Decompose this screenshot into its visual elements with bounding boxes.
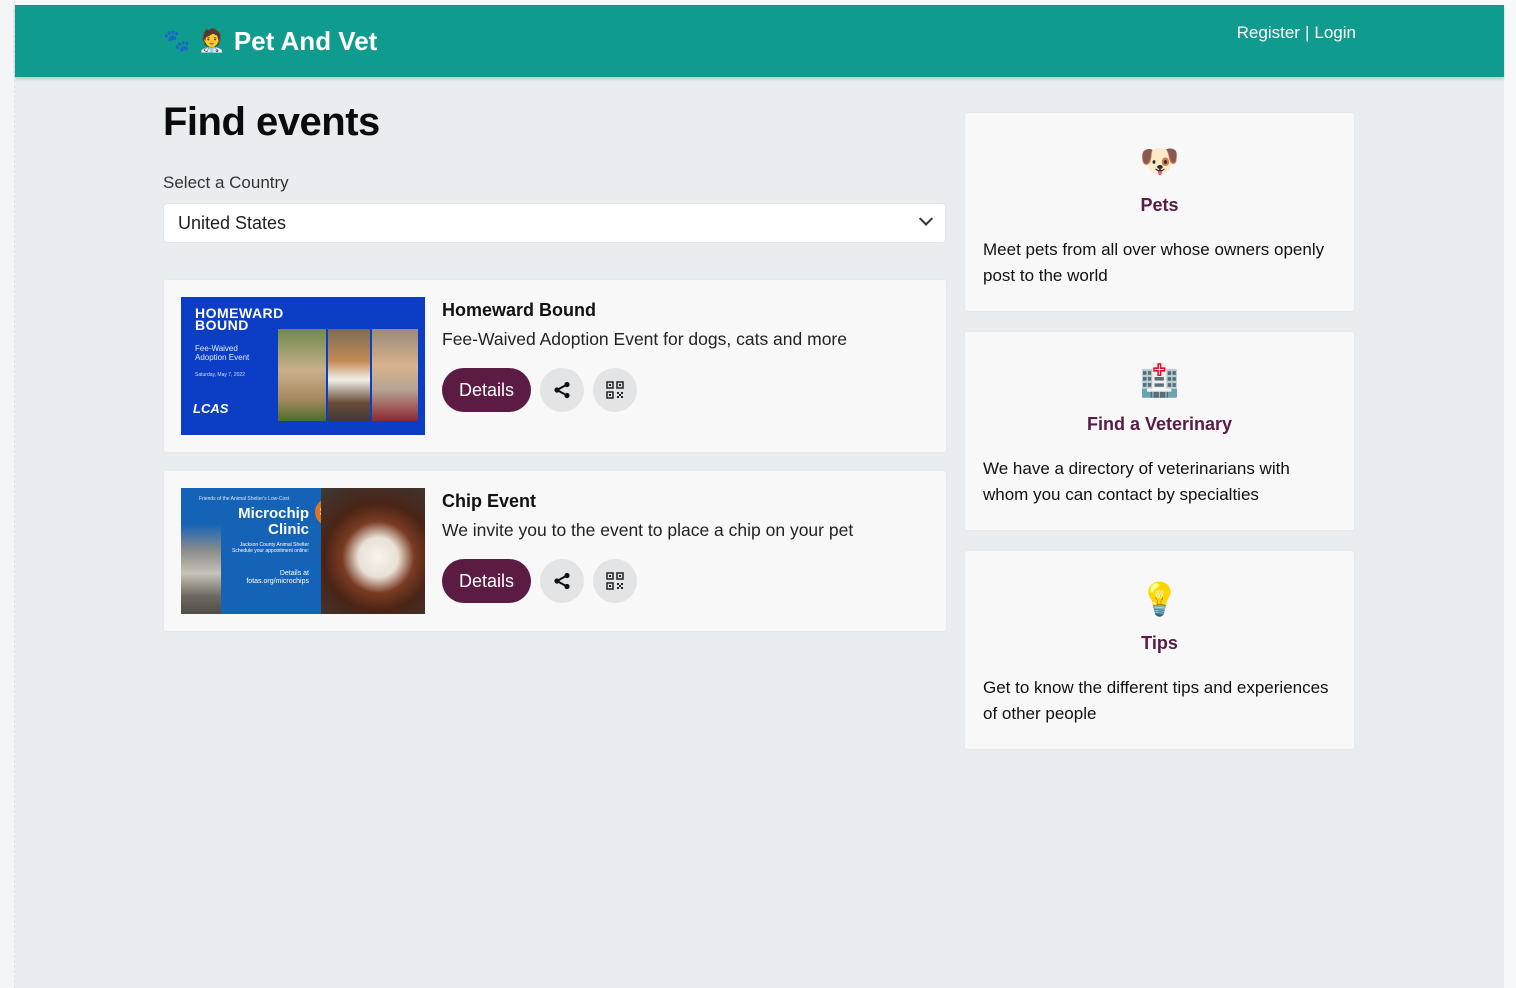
paw-icon: 🐾 [163, 28, 191, 53]
sidebar-card-title[interactable]: Pets [983, 195, 1336, 216]
auth-separator: | [1304, 23, 1310, 42]
image-date: Saturday, May 7, 2022 [195, 372, 245, 378]
auth-links: Register | Login [1237, 23, 1356, 43]
image-subtitle-line1: Fee-Waived [195, 344, 238, 353]
rabbit-photo [278, 329, 326, 421]
event-title: Homeward Bound [442, 300, 597, 320]
sidebar-card-description: We have a directory of veterinarians wit… [983, 459, 1290, 504]
page-frame: 🐾 🧑‍⚕️ Pet And Vet Register | Login Find… [15, 5, 1504, 988]
image-subtitle: Fee-Waived Adoption Event [195, 344, 249, 362]
register-link[interactable]: Register [1237, 23, 1300, 43]
share-button[interactable] [540, 559, 585, 603]
share-button[interactable] [540, 368, 585, 412]
image-details-text: Details at fotas.org/microchips [221, 570, 309, 586]
event-body: Chip Event We invite you to the event to… [442, 488, 853, 614]
image-top-text: Friends of the Animal Shelter's Low-Cost [199, 496, 290, 502]
image-details-line2: fotas.org/microchips [246, 578, 309, 585]
event-list: HOMEWARD BOUND Fee-Waived Adoption Event… [163, 279, 947, 632]
image-title: Microchip Clinic [231, 506, 309, 538]
cat-photo [372, 329, 418, 421]
country-label: Select a Country [163, 173, 289, 192]
cat-photo [181, 524, 221, 614]
details-button[interactable]: Details [442, 559, 532, 603]
main-content: Find events Select a Country United Stat… [163, 100, 947, 632]
sidebar-card-title[interactable]: Tips [983, 633, 1336, 654]
light-bulb-icon: 💡 [1139, 581, 1180, 617]
image-small-text: Jackson County Animal Shelter Schedule y… [221, 542, 309, 554]
sidebar: 🐶 Pets Meet pets from all over whose own… [964, 112, 1355, 750]
dog-photo [328, 329, 370, 421]
qr-code-button[interactable] [593, 559, 638, 603]
navbar: 🐾 🧑‍⚕️ Pet And Vet Register | Login [15, 5, 1504, 77]
event-description: Fee-Waived Adoption Event for dogs, cats… [442, 329, 847, 349]
sidebar-card-find-veterinary: 🏥 Find a Veterinary We have a directory … [964, 331, 1355, 531]
sidebar-card-tips: 💡 Tips Get to know the different tips an… [964, 550, 1355, 750]
event-title: Chip Event [442, 491, 537, 511]
dog-face-icon: 🐶 [1139, 143, 1180, 179]
sidebar-card-title[interactable]: Find a Veterinary [983, 414, 1336, 435]
image-title: HOMEWARD BOUND [195, 306, 284, 332]
puppy-photo [321, 488, 425, 614]
image-subtitle-line2: Adoption Event [195, 353, 250, 362]
event-card-homeward-bound: HOMEWARD BOUND Fee-Waived Adoption Event… [163, 279, 947, 453]
brand-name: Pet And Vet [233, 25, 378, 56]
image-details-line1: Details at [279, 570, 309, 577]
event-actions: Details [442, 559, 853, 603]
left-gutter [0, 0, 15, 988]
qr-code-button[interactable] [593, 368, 638, 412]
qr-code-icon [606, 381, 624, 399]
login-link[interactable]: Login [1314, 23, 1356, 43]
sidebar-card-description: Meet pets from all over whose owners ope… [983, 240, 1325, 285]
share-icon [554, 381, 570, 399]
share-icon [554, 572, 570, 590]
event-card-chip-event: Friends of the Animal Shelter's Low-Cost… [163, 470, 947, 632]
hospital-icon: 🏥 [1139, 362, 1180, 398]
sidebar-card-pets: 🐶 Pets Meet pets from all over whose own… [964, 112, 1355, 312]
image-logo: LCAS [193, 401, 229, 416]
vet-icon: 🧑‍⚕️ [198, 28, 226, 53]
brand[interactable]: 🐾 🧑‍⚕️ Pet And Vet [163, 23, 377, 59]
page-title: Find events [163, 100, 380, 144]
sidebar-card-description: Get to know the different tips and exper… [983, 678, 1329, 723]
event-description: We invite you to the event to place a ch… [442, 520, 854, 540]
qr-code-icon [606, 572, 624, 590]
image-schedule: Schedule your appointment online: [232, 548, 309, 554]
event-image-chip-event[interactable]: Friends of the Animal Shelter's Low-Cost… [181, 488, 425, 614]
event-actions: Details [442, 368, 847, 412]
details-button[interactable]: Details [442, 368, 532, 412]
image-title-line2: Clinic [268, 521, 309, 538]
event-image-homeward-bound[interactable]: HOMEWARD BOUND Fee-Waived Adoption Event… [181, 297, 425, 435]
event-body: Homeward Bound Fee-Waived Adoption Event… [442, 297, 847, 435]
chevron-down-icon [918, 211, 934, 226]
country-select-value: United States [178, 212, 287, 233]
country-select[interactable]: United States [163, 203, 946, 243]
image-title-line1: Microchip [238, 505, 309, 522]
